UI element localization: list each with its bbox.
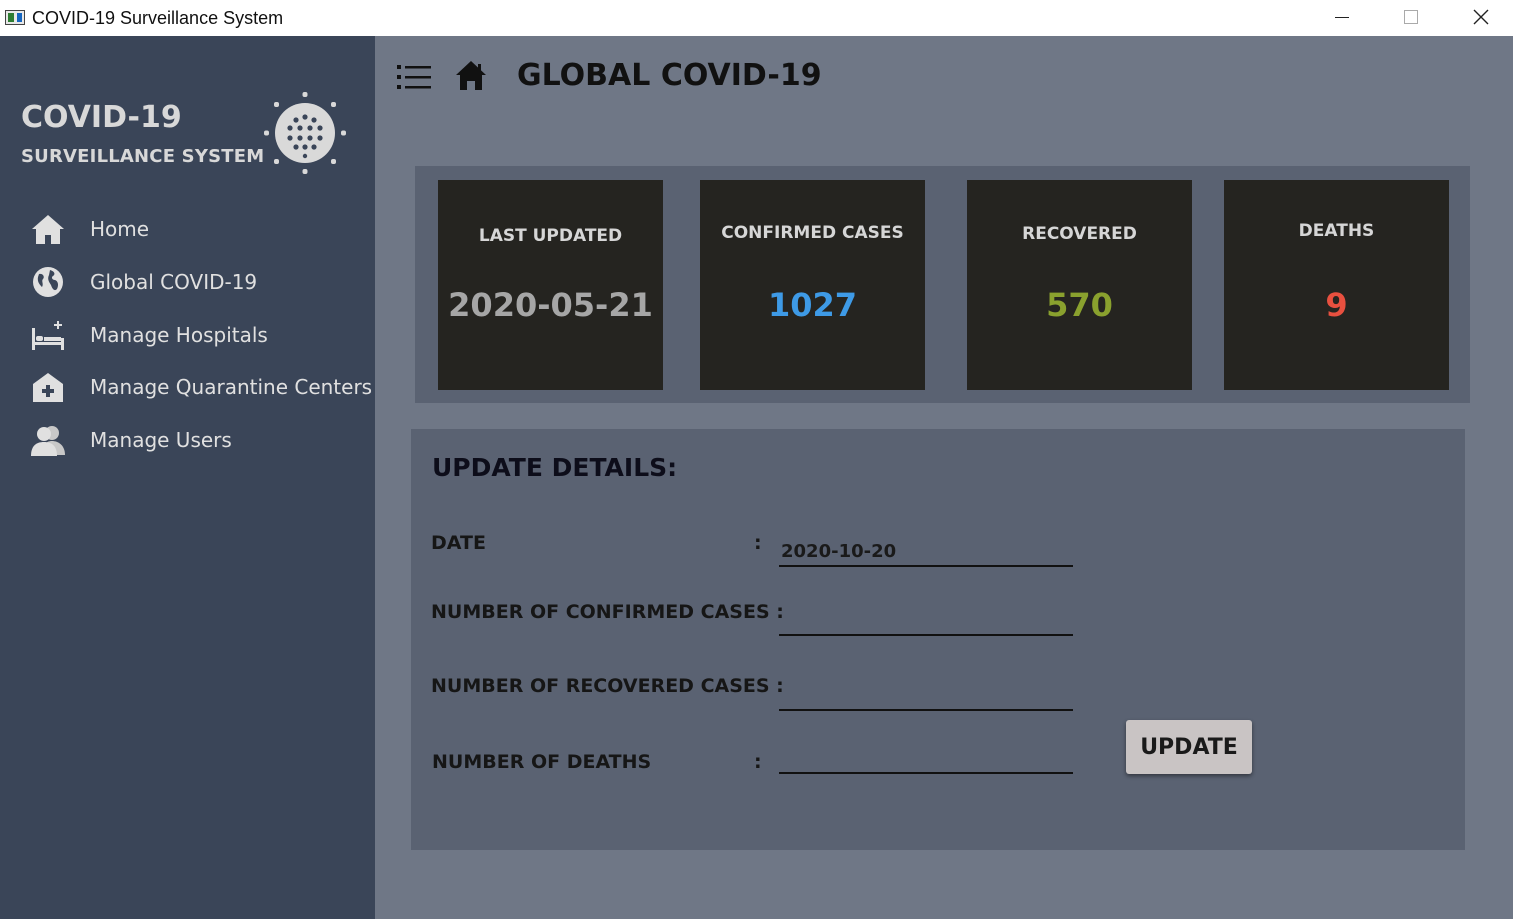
sidebar-item-manage-users[interactable]: Manage Users	[0, 417, 375, 463]
window-titlebar: COVID-19 Surveillance System	[0, 0, 1513, 36]
stat-label: LAST UPDATED	[478, 226, 623, 246]
home-icon	[32, 215, 64, 244]
sidebar-item-global-covid[interactable]: Global COVID-19	[0, 259, 375, 305]
sidebar-item-label: Manage Users	[90, 428, 232, 452]
update-button[interactable]: UPDATE	[1126, 720, 1252, 774]
update-details-panel: UPDATE DETAILS: DATE : NUMBER OF CONFIRM…	[411, 429, 1465, 850]
recovered-cases-field[interactable]	[779, 677, 1073, 711]
brand-subtitle: SURVEILLANCE SYSTEM	[21, 146, 265, 167]
minimize-button[interactable]	[1307, 0, 1377, 36]
confirmed-cases-card: CONFIRMED CASES 1027	[700, 180, 925, 390]
users-icon	[31, 426, 65, 456]
minimize-icon	[1335, 17, 1349, 18]
medical-house-icon	[33, 373, 63, 402]
main-content: GLOBAL COVID-19 LAST UPDATED 2020-05-21 …	[375, 36, 1513, 919]
stat-label: RECOVERED	[1022, 224, 1137, 244]
page-title: GLOBAL COVID-19	[517, 58, 822, 93]
deaths-colon: :	[754, 751, 762, 773]
brand-title: COVID-19	[21, 100, 182, 135]
sidebar-item-manage-quarantine-centers[interactable]: Manage Quarantine Centers	[0, 364, 375, 410]
sidebar-item-label: Manage Hospitals	[90, 323, 268, 347]
stat-label: DEATHS	[1298, 221, 1375, 241]
recovered-cases-label: NUMBER OF RECOVERED CASES :	[431, 675, 784, 697]
recovered-card: RECOVERED 570	[967, 180, 1192, 390]
sidebar-item-label: Home	[90, 217, 150, 241]
stat-value: 2020-05-21	[448, 286, 653, 324]
stat-value: 1027	[767, 286, 858, 324]
date-colon: :	[754, 532, 762, 554]
confirmed-cases-label: NUMBER OF CONFIRMED CASES :	[431, 601, 784, 623]
confirmed-cases-field[interactable]	[779, 602, 1073, 636]
close-icon	[1473, 9, 1489, 25]
stat-value: 9	[1325, 286, 1348, 324]
update-details-title: UPDATE DETAILS:	[432, 453, 678, 482]
stat-label: CONFIRMED CASES	[721, 223, 904, 243]
globe-icon	[33, 267, 63, 297]
stats-panel: LAST UPDATED 2020-05-21 CONFIRMED CASES …	[415, 166, 1470, 403]
list-menu-icon[interactable]	[397, 64, 431, 90]
last-updated-card: LAST UPDATED 2020-05-21	[438, 180, 663, 390]
date-label: DATE	[431, 532, 486, 554]
sidebar: COVID-19 SURVEILLANCE SYSTEM Home Global…	[0, 36, 375, 919]
virus-icon	[264, 92, 346, 174]
sidebar-item-label: Global COVID-19	[90, 270, 258, 294]
close-button[interactable]	[1446, 0, 1513, 36]
deaths-card: DEATHS 9	[1224, 180, 1449, 390]
maximize-button[interactable]	[1376, 0, 1446, 36]
sidebar-item-home[interactable]: Home	[0, 206, 375, 252]
window-title: COVID-19 Surveillance System	[32, 8, 284, 28]
deaths-label: NUMBER OF DEATHS	[432, 751, 652, 773]
maximize-icon	[1404, 10, 1418, 24]
deaths-field[interactable]	[779, 740, 1073, 774]
stat-value: 570	[1046, 286, 1113, 324]
sidebar-item-manage-hospitals[interactable]: Manage Hospitals	[0, 312, 375, 358]
home-icon[interactable]	[455, 60, 487, 92]
date-field[interactable]	[779, 533, 1073, 567]
sidebar-item-label: Manage Quarantine Centers	[90, 375, 373, 399]
app-icon	[5, 10, 25, 25]
hospital-bed-icon	[32, 321, 64, 350]
